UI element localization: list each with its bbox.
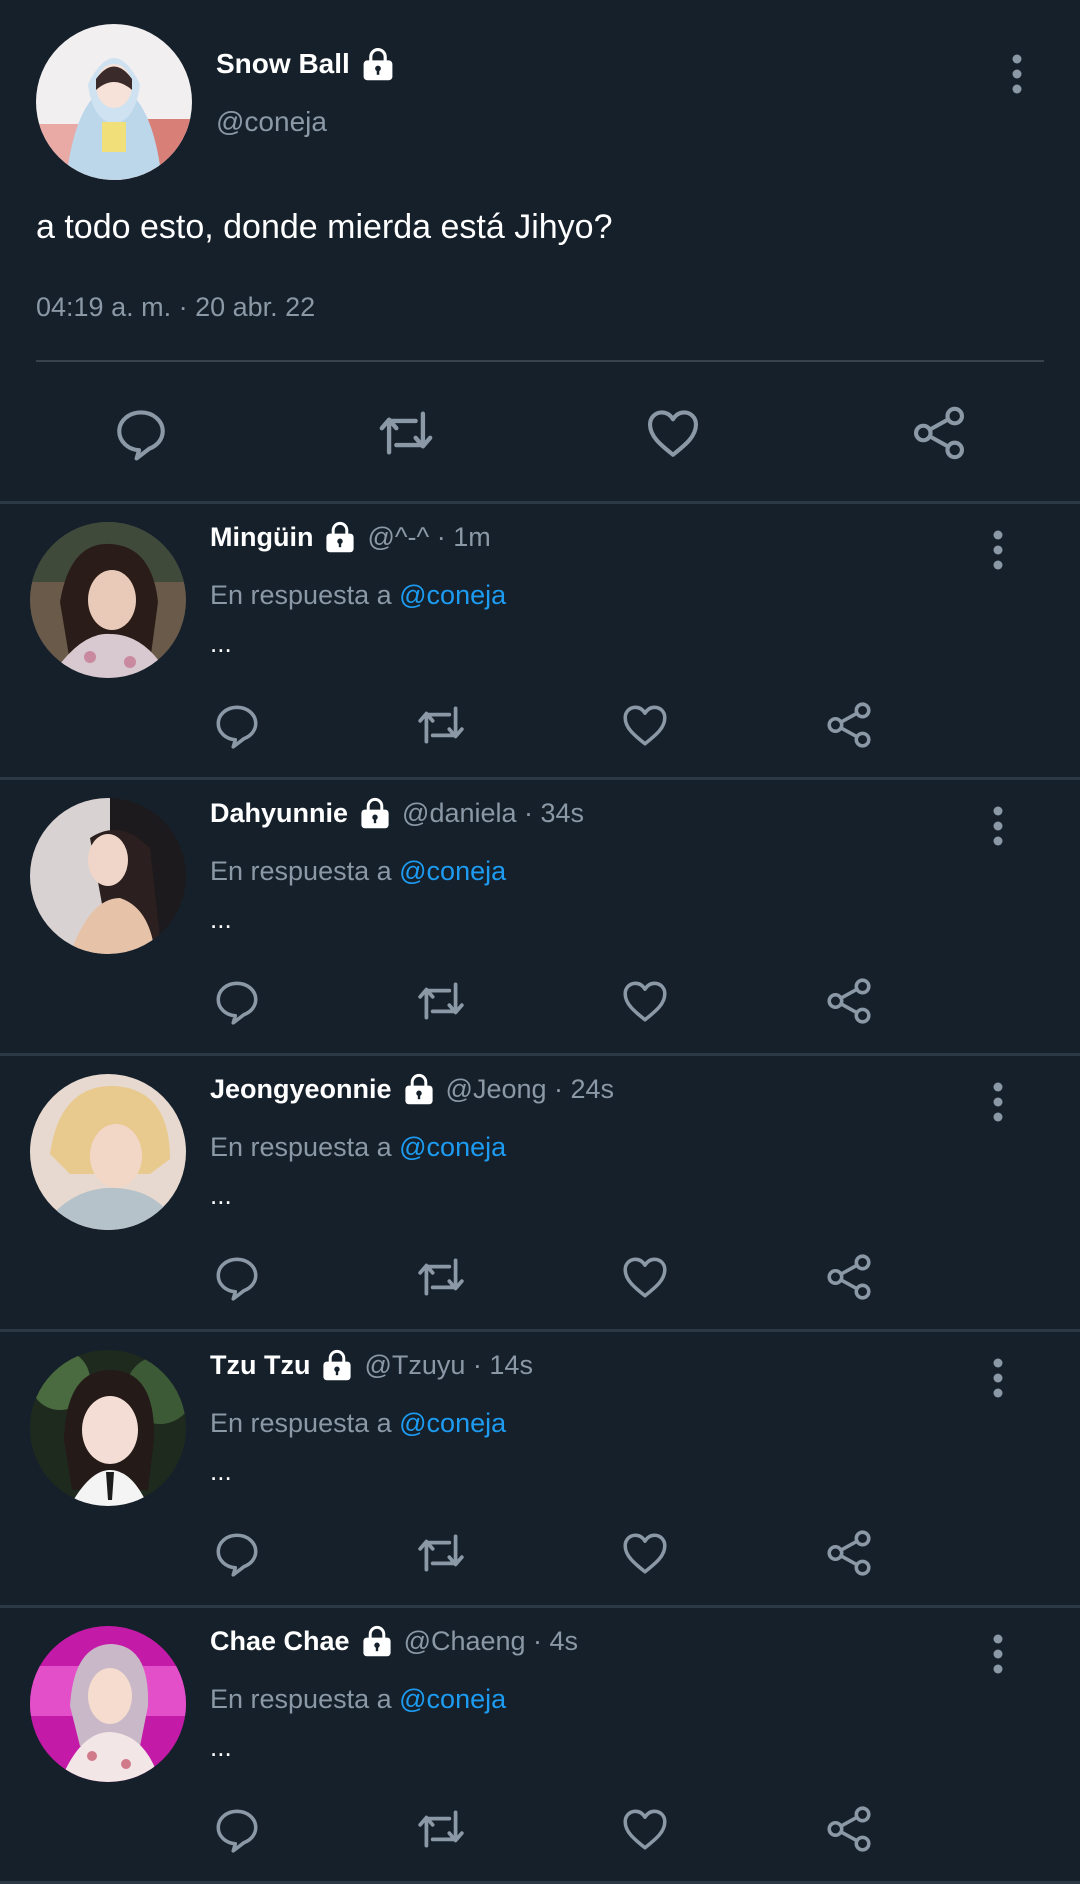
avatar[interactable] — [30, 522, 186, 678]
share-icon[interactable] — [910, 404, 968, 462]
in-reply-label: En respuesta a — [210, 1132, 392, 1162]
reply-header: Tzu Tzu @Tzuyu · 14s — [210, 1348, 533, 1382]
in-reply-label: En respuesta a — [210, 1684, 392, 1714]
avatar[interactable] — [36, 24, 192, 180]
like-icon[interactable] — [620, 1528, 670, 1578]
more-options-icon[interactable] — [992, 806, 1004, 846]
lock-icon — [360, 1624, 394, 1658]
retweet-icon[interactable] — [416, 700, 466, 750]
in-reply-to: En respuesta a @coneja — [210, 856, 506, 887]
mention-link[interactable]: @coneja — [399, 856, 506, 886]
handle-and-time: @daniela · 34s — [402, 797, 585, 828]
reply-text: ... — [210, 1180, 232, 1210]
author-name[interactable]: Snow Ball — [216, 48, 350, 80]
reply-text: ... — [210, 1732, 232, 1762]
like-icon[interactable] — [620, 1804, 670, 1854]
reply-icon[interactable] — [212, 1252, 262, 1302]
reply-icon[interactable] — [212, 976, 262, 1026]
handle-and-time: @Tzuyu · 14s — [364, 1349, 533, 1380]
reply-icon[interactable] — [212, 1804, 262, 1854]
share-icon[interactable] — [824, 700, 874, 750]
lock-icon — [323, 520, 357, 554]
mention-link[interactable]: @coneja — [399, 580, 506, 610]
more-options-icon[interactable] — [992, 1634, 1004, 1674]
author-name[interactable]: Jeongyeonnie — [210, 1074, 392, 1105]
in-reply-to: En respuesta a @coneja — [210, 580, 506, 611]
author-name[interactable]: Tzu Tzu — [210, 1350, 310, 1381]
author-row: Snow Ball — [216, 46, 396, 82]
reply-icon[interactable] — [212, 700, 262, 750]
like-icon[interactable] — [620, 700, 670, 750]
retweet-icon[interactable] — [416, 1528, 466, 1578]
reply-tweet[interactable]: Tzu Tzu @Tzuyu · 14s En respuesta a @con… — [0, 1332, 1080, 1608]
main-tweet: Snow Ball @coneja a todo esto, donde mie… — [0, 0, 1080, 504]
avatar[interactable] — [30, 798, 186, 954]
retweet-icon[interactable] — [377, 404, 435, 462]
reply-text: ... — [210, 904, 232, 934]
reply-icon[interactable] — [112, 404, 170, 462]
tweet-text: a todo esto, donde mierda está Jihyo? — [36, 208, 613, 246]
reply-tweet[interactable]: Chae Chae @Chaeng · 4s En respuesta a @c… — [0, 1608, 1080, 1884]
author-name[interactable]: Dahyunnie — [210, 798, 348, 829]
in-reply-label: En respuesta a — [210, 1408, 392, 1438]
author-name[interactable]: Mingüin — [210, 522, 313, 553]
tweet-timestamp: 04:19 a. m. · 20 abr. 22 — [36, 292, 316, 322]
more-options-icon[interactable] — [992, 1082, 1004, 1122]
avatar[interactable] — [30, 1074, 186, 1230]
avatar[interactable] — [30, 1350, 186, 1506]
reply-header: Chae Chae @Chaeng · 4s — [210, 1624, 578, 1658]
reply-tweet[interactable]: Jeongyeonnie @Jeong · 24s En respuesta a… — [0, 1056, 1080, 1332]
retweet-icon[interactable] — [416, 976, 466, 1026]
divider — [36, 360, 1044, 362]
lock-icon — [320, 1348, 354, 1382]
reply-header: Dahyunnie @daniela · 34s — [210, 796, 584, 830]
mention-link[interactable]: @coneja — [399, 1408, 506, 1438]
in-reply-to: En respuesta a @coneja — [210, 1132, 506, 1163]
lock-icon — [360, 46, 396, 82]
reply-icon[interactable] — [212, 1528, 262, 1578]
retweet-icon[interactable] — [416, 1252, 466, 1302]
like-icon[interactable] — [620, 1252, 670, 1302]
share-icon[interactable] — [824, 1252, 874, 1302]
in-reply-to: En respuesta a @coneja — [210, 1684, 506, 1715]
more-options-icon[interactable] — [992, 1358, 1004, 1398]
share-icon[interactable] — [824, 1804, 874, 1854]
mention-link[interactable]: @coneja — [399, 1132, 506, 1162]
lock-icon — [358, 796, 392, 830]
handle-and-time: @Jeong · 24s — [445, 1073, 615, 1104]
lock-icon — [402, 1072, 436, 1106]
in-reply-label: En respuesta a — [210, 580, 392, 610]
retweet-icon[interactable] — [416, 1804, 466, 1854]
reply-header: Mingüin @^-^ · 1m — [210, 520, 491, 554]
in-reply-to: En respuesta a @coneja — [210, 1408, 506, 1439]
handle-and-time: @Chaeng · 4s — [403, 1625, 579, 1656]
share-icon[interactable] — [824, 1528, 874, 1578]
reply-tweet[interactable]: Dahyunnie @daniela · 34s En respuesta a … — [0, 780, 1080, 1056]
mention-link[interactable]: @coneja — [399, 1684, 506, 1714]
share-icon[interactable] — [824, 976, 874, 1026]
reply-header: Jeongyeonnie @Jeong · 24s — [210, 1072, 614, 1106]
in-reply-label: En respuesta a — [210, 856, 392, 886]
reply-tweet[interactable]: Mingüin @^-^ · 1m En respuesta a @coneja… — [0, 504, 1080, 780]
more-options-icon[interactable] — [1011, 54, 1023, 94]
reply-text: ... — [210, 628, 232, 658]
reply-text: ... — [210, 1456, 232, 1486]
like-icon[interactable] — [644, 404, 702, 462]
handle-and-time: @^-^ · 1m — [367, 521, 491, 552]
author-name[interactable]: Chae Chae — [210, 1626, 350, 1657]
author-handle[interactable]: @coneja — [216, 106, 327, 138]
more-options-icon[interactable] — [992, 530, 1004, 570]
avatar[interactable] — [30, 1626, 186, 1782]
like-icon[interactable] — [620, 976, 670, 1026]
